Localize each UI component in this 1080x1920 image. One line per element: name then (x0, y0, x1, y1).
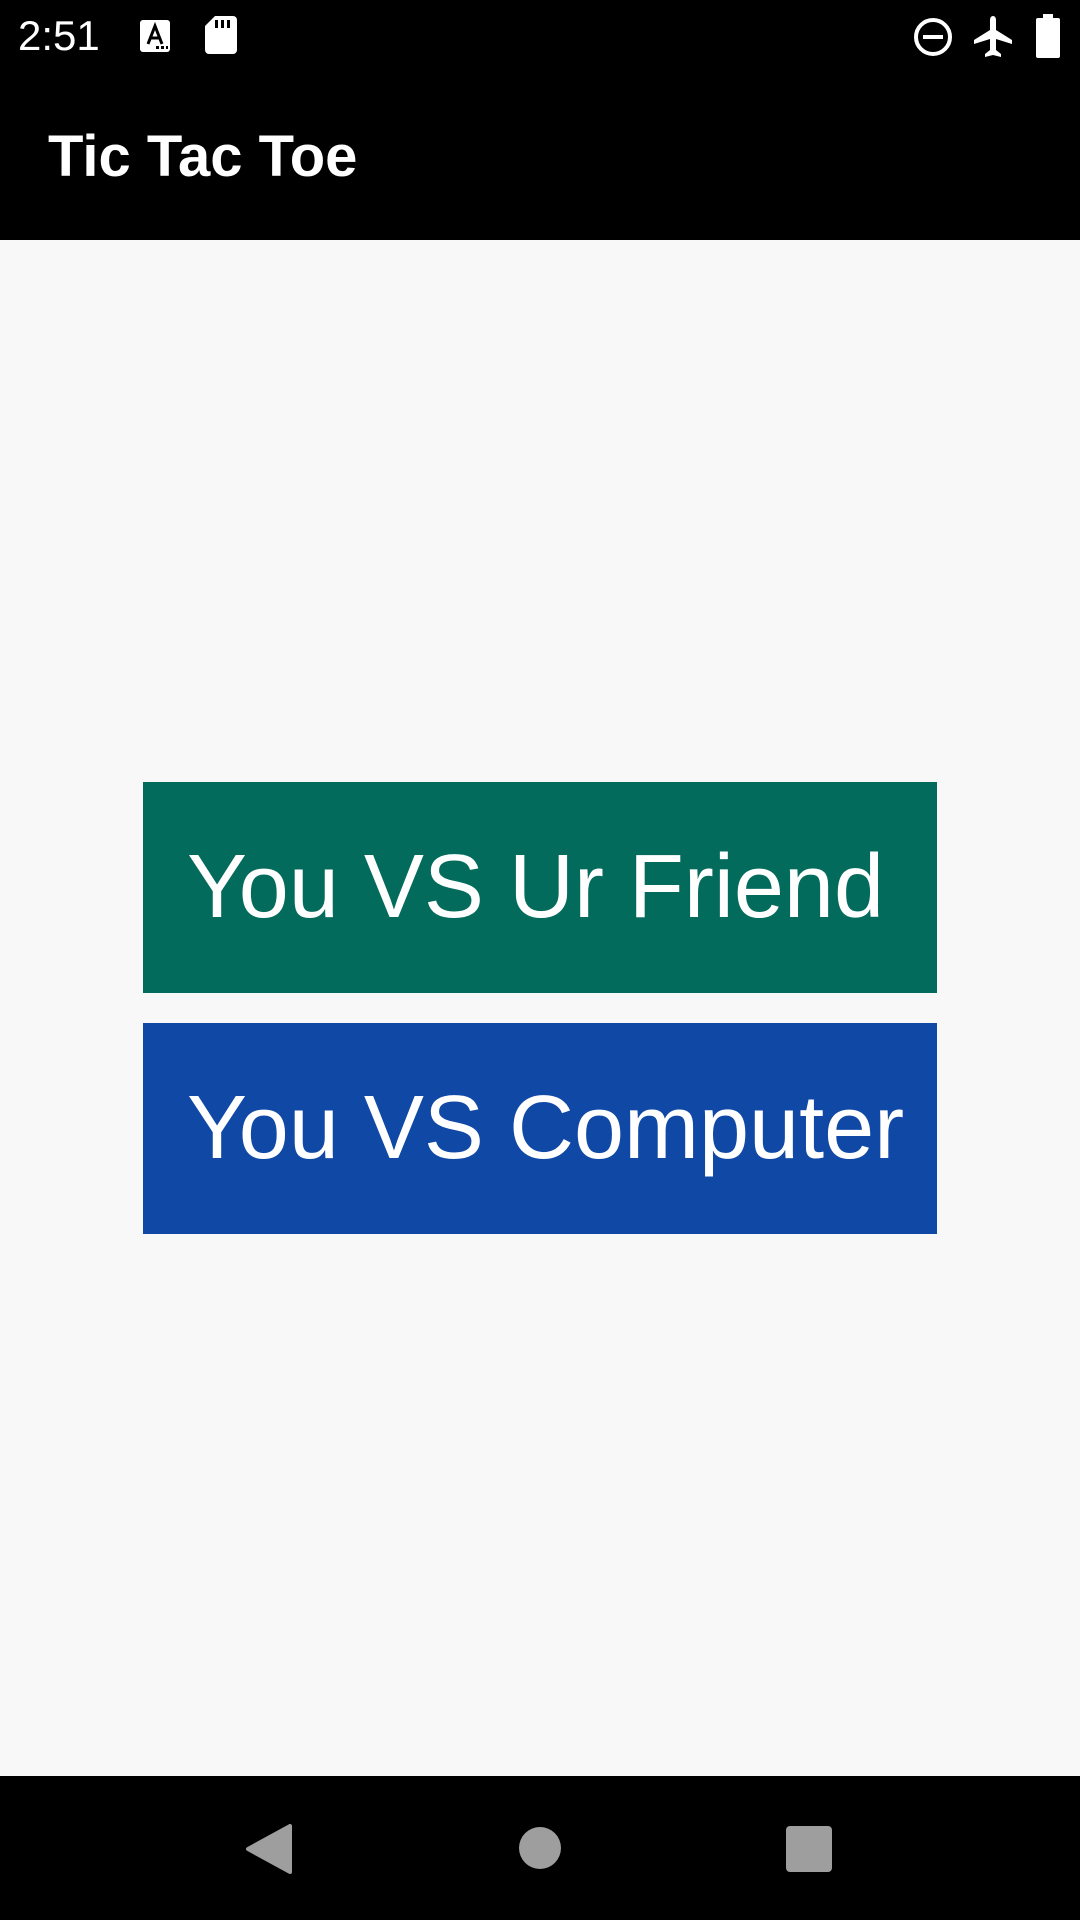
sd-card-icon (205, 16, 237, 54)
vs-friend-button[interactable]: You VS Ur Friend (143, 782, 937, 993)
navigation-bar (0, 1776, 1080, 1920)
back-icon[interactable] (244, 1824, 292, 1874)
airplane-mode-icon (974, 16, 1012, 57)
vs-computer-button[interactable]: You VS Computer (143, 1023, 937, 1234)
status-time: 2:51 (18, 12, 100, 59)
status-bar: 2:51 (0, 0, 1080, 72)
keyboard-a-icon (140, 20, 170, 52)
app-bar: Tic Tac Toe (0, 72, 1080, 240)
app-title: Tic Tac Toe (48, 124, 358, 189)
do-not-disturb-icon (914, 18, 952, 56)
home-icon[interactable] (518, 1826, 562, 1870)
battery-icon (1036, 14, 1060, 58)
main-content: You VS Ur Friend You VS Computer (0, 240, 1080, 1776)
recents-icon[interactable] (786, 1826, 832, 1872)
